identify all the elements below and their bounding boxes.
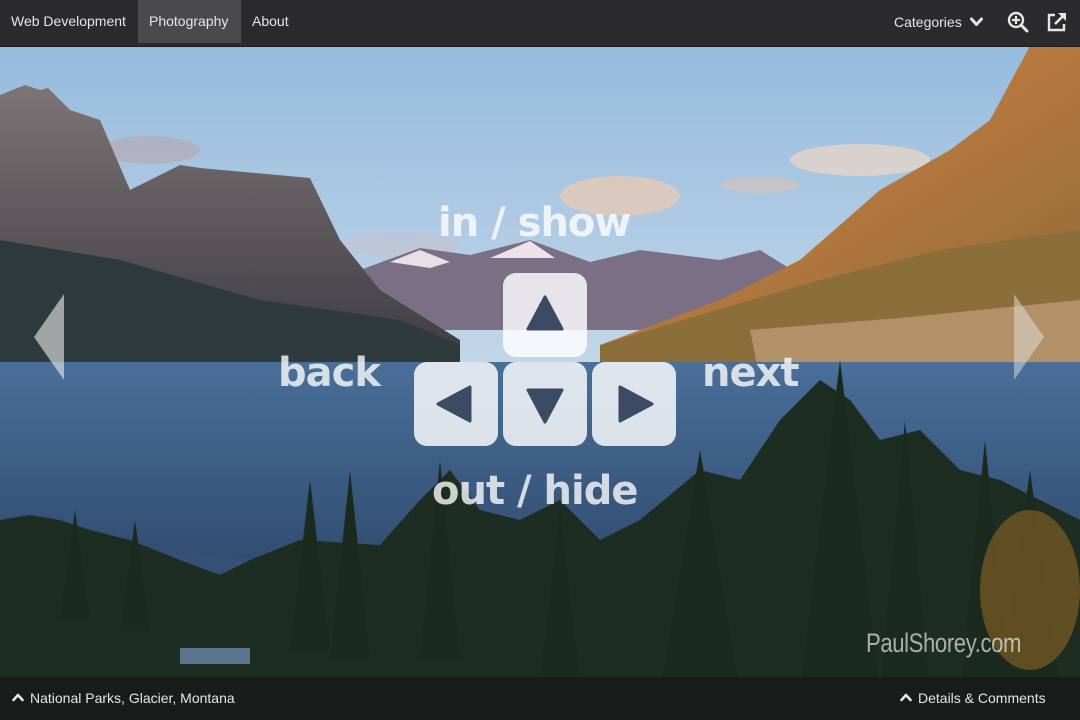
zoom-in-icon[interactable] xyxy=(1007,11,1029,33)
triangle-right-icon xyxy=(618,385,654,423)
chevron-up-icon xyxy=(900,693,912,702)
arrow-left-key[interactable] xyxy=(414,362,498,446)
categories-label: Categories xyxy=(894,14,962,30)
arrow-right-key[interactable] xyxy=(592,362,676,446)
nav-item-photography[interactable]: Photography xyxy=(138,0,241,43)
previous-photo-arrow-icon[interactable] xyxy=(32,292,66,382)
photo-location-label: National Parks, Glacier, Montana xyxy=(30,690,235,706)
arrow-down-key[interactable] xyxy=(503,362,587,446)
nav-item-web-development[interactable]: Web Development xyxy=(0,0,138,43)
bottom-info-bar: National Parks, Glacier, Montana Details… xyxy=(0,677,1080,720)
photo-location-link[interactable]: National Parks, Glacier, Montana xyxy=(12,677,235,720)
photo-watermark: PaulShorey.com xyxy=(866,628,1022,658)
chevron-up-icon xyxy=(12,693,24,702)
top-navigation-bar: Web Development Photography About Catego… xyxy=(0,0,1080,47)
details-comments-toggle[interactable]: Details & Comments xyxy=(900,677,1046,720)
help-label-up: in / show xyxy=(438,200,631,246)
landscape-photo xyxy=(0,0,1080,720)
triangle-down-icon xyxy=(526,388,564,424)
help-label-down: out / hide xyxy=(432,468,638,514)
external-link-icon[interactable] xyxy=(1046,11,1068,33)
arrow-up-key[interactable] xyxy=(503,273,587,357)
triangle-up-icon xyxy=(526,295,564,331)
help-label-right: next xyxy=(702,350,800,396)
chevron-down-icon xyxy=(969,17,983,26)
details-comments-label: Details & Comments xyxy=(918,690,1046,706)
triangle-left-icon xyxy=(436,385,472,423)
help-label-left: back xyxy=(278,350,381,396)
next-photo-arrow-icon[interactable] xyxy=(1012,292,1046,382)
categories-dropdown[interactable]: Categories xyxy=(894,0,983,45)
nav-item-about[interactable]: About xyxy=(241,0,301,43)
